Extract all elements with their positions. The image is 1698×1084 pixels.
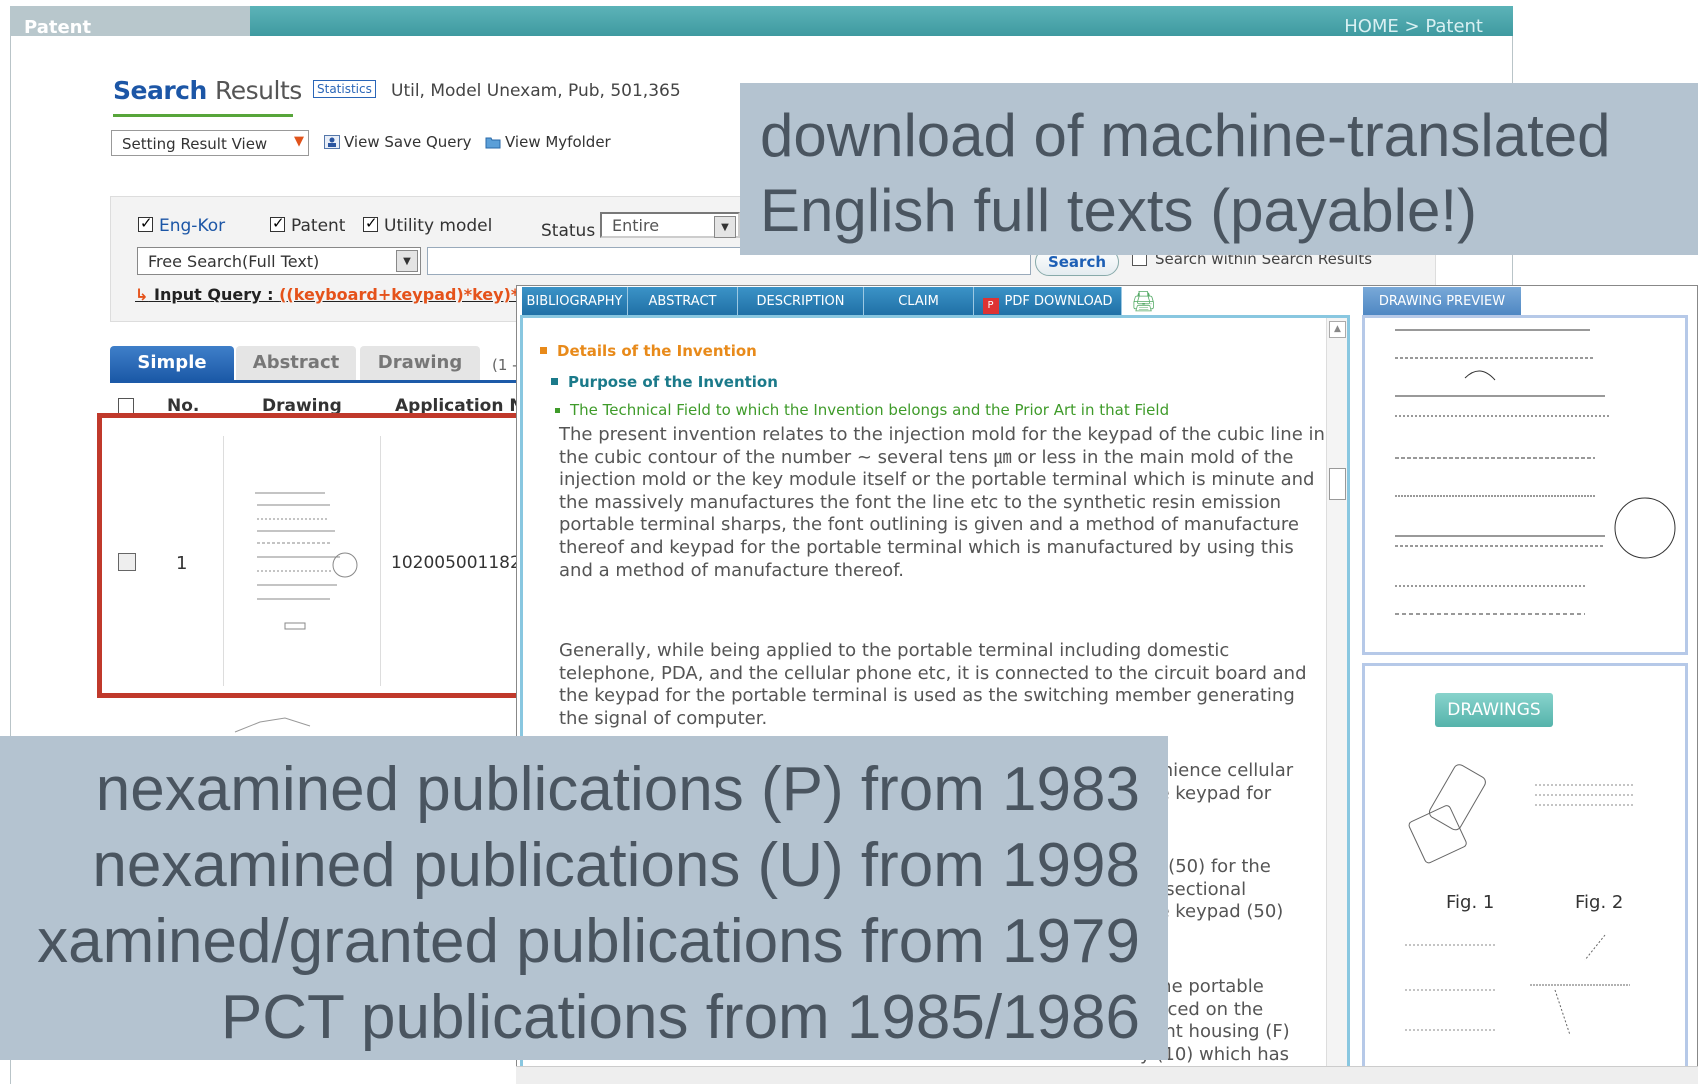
printer-icon[interactable]: 🖨 — [1131, 289, 1156, 313]
section-heading: Details of the Invention — [540, 342, 757, 360]
view-save-query-link[interactable]: View Save Query — [324, 133, 472, 151]
row-application-number[interactable]: 102005001182 — [391, 553, 521, 573]
utility-model-checkbox[interactable]: Utility model — [363, 214, 492, 236]
setting-result-view-select[interactable]: Setting Result View ▼ — [111, 130, 309, 156]
description-fragment: ad (50) for the ss-sectional the keypad (5… — [1140, 856, 1284, 923]
description-scrollbar[interactable]: ▲ — [1326, 318, 1347, 1084]
drawings-button[interactable]: DRAWINGS — [1435, 693, 1553, 727]
figure-1-label: Fig. 1 — [1446, 892, 1495, 913]
detail-tab-bar: BIBLIOGRAPHY ABSTRACT DESCRIPTION CLAIM … — [522, 287, 1122, 316]
statistics-badge[interactable]: Statistics — [313, 80, 376, 98]
top-bar: Patent HOME > Patent — [10, 6, 1513, 38]
drawing-thumbnail[interactable] — [245, 485, 365, 640]
section-subheading: Purpose of the Invention — [551, 373, 778, 391]
select-all-checkbox[interactable] — [118, 398, 134, 414]
column-divider — [223, 436, 224, 686]
description-paragraph: Generally, while being applied to the po… — [559, 640, 1307, 729]
dropdown-arrow-icon: ▼ — [714, 216, 736, 238]
tab-abstract[interactable]: Abstract — [236, 346, 356, 380]
description-fragment: venience cellular the keypad for — [1140, 760, 1294, 804]
fig2-image[interactable] — [1530, 765, 1640, 825]
tab-claim[interactable]: CLAIM — [864, 287, 974, 316]
caption-line: nexamined publications (P) from 1983 — [95, 755, 1140, 824]
fig1-phone-image[interactable] — [1400, 762, 1510, 872]
folder-icon — [485, 137, 501, 149]
tab-drawing-preview[interactable]: DRAWING PREVIEW — [1363, 287, 1521, 316]
caption-line: English full texts (payable!) — [760, 177, 1478, 244]
chevron-down-icon: ▼ — [294, 134, 304, 149]
caption-line: PCT publications from 1985/1986 — [220, 983, 1140, 1052]
tab-bibliography[interactable]: BIBLIOGRAPHY — [522, 287, 628, 316]
status-select[interactable]: Entire ▼ — [600, 212, 740, 238]
tab-drawing[interactable]: Drawing — [360, 346, 480, 380]
caption-machine-translation: download of machine-translated English f… — [740, 83, 1698, 255]
view-myfolder-link[interactable]: View Myfolder — [485, 133, 611, 151]
section-tab[interactable]: Patent — [10, 6, 250, 38]
row-number: 1 — [176, 553, 188, 574]
tab-description[interactable]: DESCRIPTION — [738, 287, 864, 316]
caption-line: nexamined publications (U) from 1998 — [92, 831, 1140, 900]
patent-checkbox[interactable]: Patent — [270, 214, 345, 236]
statistics-text: Util, Model Unexam, Pub, 501,365 — [391, 81, 681, 101]
page-title: Search Results — [113, 76, 302, 105]
section-topic: The Technical Field to which the Inventi… — [555, 401, 1169, 419]
title-underline — [113, 114, 293, 117]
tab-simple[interactable]: Simple — [110, 346, 234, 380]
scrollbar-thumb[interactable] — [1329, 468, 1346, 500]
tab-pdf-download[interactable]: P PDF DOWNLOAD — [974, 287, 1122, 316]
description-fragment: r the portable placed on the front housing… — [1140, 976, 1290, 1065]
caption-coverage: nexamined publications (P) from 1983 nex… — [0, 736, 1168, 1060]
drawing-preview-panel — [1362, 315, 1688, 655]
figure-2-label: Fig. 2 — [1575, 892, 1624, 913]
tabs-underline — [110, 380, 530, 383]
fig4-image[interactable] — [1525, 930, 1635, 1040]
result-count: (1 - — [492, 356, 518, 374]
breadcrumb[interactable]: HOME > Patent — [1344, 16, 1483, 37]
row-checkbox[interactable] — [118, 553, 136, 571]
caption-line: download of machine-translated — [760, 102, 1611, 169]
horizontal-scrollbar[interactable] — [516, 1066, 1698, 1084]
eng-kor-checkbox[interactable]: Eng-Kor — [138, 214, 225, 236]
drawing-preview-image — [1395, 329, 1676, 615]
section-title: Patent — [24, 17, 92, 38]
drawing-thumbnail-partial — [234, 717, 311, 733]
scroll-up-icon[interactable]: ▲ — [1329, 321, 1346, 338]
user-icon — [324, 135, 340, 149]
search-field-select[interactable]: Free Search(Full Text) ▼ — [137, 247, 421, 275]
tab-abstract-detail[interactable]: ABSTRACT — [628, 287, 738, 316]
caption-line: xamined/granted publications from 1979 — [37, 907, 1140, 976]
column-divider — [380, 436, 381, 686]
description-paragraph: The present invention relates to the inj… — [559, 424, 1325, 581]
input-query-line: ↳ Input Query : ((keyboard+keypad)*key)*… — [135, 285, 545, 304]
fig3-image[interactable] — [1400, 930, 1500, 1040]
pdf-icon: P — [982, 298, 999, 314]
dropdown-arrow-icon: ▼ — [396, 250, 418, 272]
status-label: Status — [541, 221, 596, 241]
